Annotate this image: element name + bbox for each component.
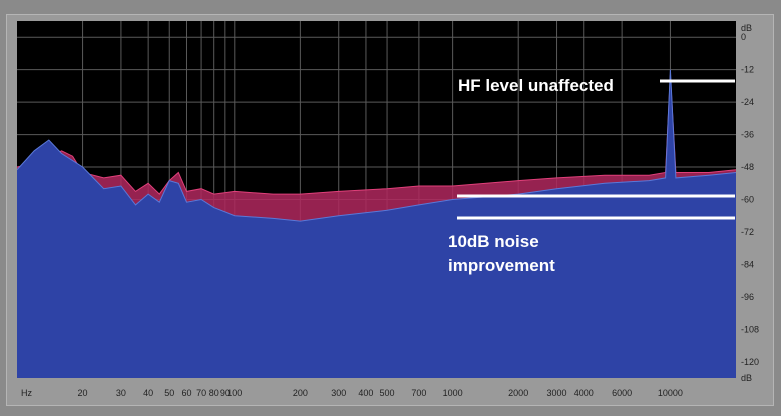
y-tick-label: -24 bbox=[741, 97, 754, 107]
y-tick-label: -60 bbox=[741, 195, 754, 205]
y-unit-bottom: dB bbox=[741, 373, 752, 383]
x-tick-label: 400 bbox=[358, 388, 373, 398]
y-tick-label: -36 bbox=[741, 130, 754, 140]
x-tick-labels: 20 30 40 50 60 70 80 90100 200 300 400 500 700 1000 20… bbox=[78, 388, 683, 398]
x-unit-label: Hz bbox=[21, 388, 32, 398]
y-tick-label: -72 bbox=[741, 227, 754, 237]
y-tick-label: -12 bbox=[741, 65, 754, 75]
y-tick-label: -108 bbox=[741, 324, 759, 334]
hf-level-annotation: HF level unaffected bbox=[458, 76, 614, 95]
x-tick-label: 40 bbox=[143, 388, 153, 398]
x-tick-label: 200 bbox=[293, 388, 308, 398]
y-tick-label: -48 bbox=[741, 162, 754, 172]
y-tick-label: -96 bbox=[741, 292, 754, 302]
x-tick-label: 3000 bbox=[547, 388, 567, 398]
x-tick-label: 100 bbox=[227, 388, 242, 398]
x-tick-label: 30 bbox=[116, 388, 126, 398]
y-tick-labels: 0 -12 -24 -36 -48 -60 -72 -84 -96 -108 -120 bbox=[741, 32, 759, 367]
y-tick-label: -120 bbox=[741, 357, 759, 367]
x-tick-label: 6000 bbox=[612, 388, 632, 398]
noise-annotation-line1: 10dB noise bbox=[448, 232, 539, 251]
y-unit-top: dB bbox=[741, 23, 752, 33]
x-tick-label: 50 bbox=[164, 388, 174, 398]
x-tick-label: 70 bbox=[196, 388, 206, 398]
noise-annotation-line2: improvement bbox=[448, 256, 555, 275]
x-tick-label: 10000 bbox=[658, 388, 683, 398]
x-tick-label: 60 bbox=[181, 388, 191, 398]
x-tick-label: 700 bbox=[411, 388, 426, 398]
x-tick-label: 4000 bbox=[574, 388, 594, 398]
y-tick-label: 0 bbox=[741, 32, 746, 42]
y-tick-label: -84 bbox=[741, 259, 754, 269]
x-tick-label: 500 bbox=[380, 388, 395, 398]
x-tick-label: 300 bbox=[331, 388, 346, 398]
x-tick-label: 80 bbox=[209, 388, 219, 398]
spectrum-chart: 20 30 40 50 60 70 80 90100 200 300 400 500 700 1000 20… bbox=[17, 21, 759, 398]
x-tick-label: 1000 bbox=[443, 388, 463, 398]
x-tick-label: 2000 bbox=[508, 388, 528, 398]
x-tick-label: 20 bbox=[78, 388, 88, 398]
